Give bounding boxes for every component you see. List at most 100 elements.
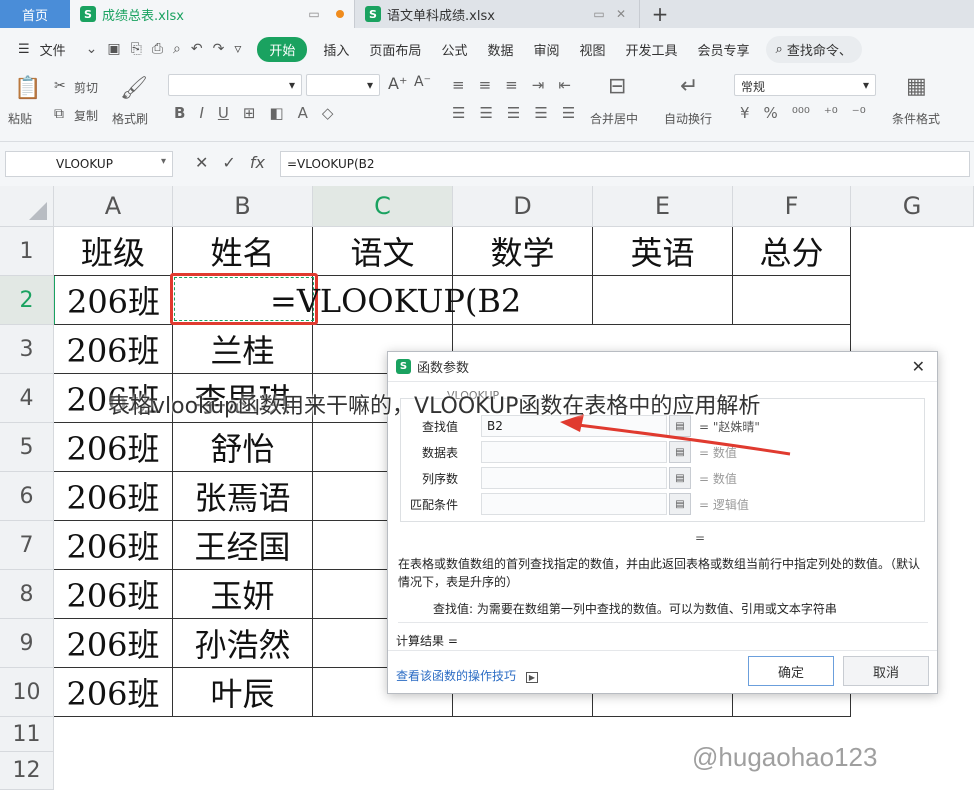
align-middle-icon[interactable]: ≡ <box>479 76 492 94</box>
cell-a8[interactable]: 206班 <box>54 570 173 619</box>
cell-b10[interactable]: 叶辰 <box>173 668 313 717</box>
in-cell-formula[interactable]: =VLOOKUP(B2 <box>270 282 521 320</box>
cell-a2[interactable]: 206班 <box>54 276 173 325</box>
ok-button[interactable]: 确定 <box>748 656 834 686</box>
file-tab-chinese-scores[interactable]: S 语文单科成绩.xlsx ▭ ✕ <box>355 0 640 28</box>
cut-button[interactable]: 剪切 <box>74 79 98 96</box>
print-preview-icon[interactable]: ⌕ <box>173 41 181 57</box>
percent-button[interactable]: % <box>764 104 778 122</box>
cell-a1[interactable]: 班级 <box>54 227 173 276</box>
column-header-d[interactable]: D <box>453 186 593 227</box>
close-icon[interactable]: ✕ <box>613 7 629 21</box>
cell-b6[interactable]: 张焉语 <box>173 472 313 521</box>
outdent-icon[interactable]: ⇤ <box>558 76 571 94</box>
decrease-decimal-icon[interactable]: ⁻⁰ <box>852 104 866 122</box>
font-size-select[interactable]: ▾ <box>306 74 380 96</box>
monitor-icon[interactable]: ▭ <box>306 7 322 21</box>
tab-insert[interactable]: 插入 <box>313 40 359 59</box>
collapse-dialog-icon[interactable]: ▤ <box>669 467 691 489</box>
font-color-icon[interactable]: A <box>298 104 308 122</box>
align-left-icon[interactable]: ☰ <box>452 104 465 122</box>
column-header-g[interactable]: G <box>851 186 974 227</box>
increase-decimal-icon[interactable]: ⁺⁰ <box>824 104 838 122</box>
tab-member[interactable]: 会员专享 <box>688 40 760 59</box>
customize-icon[interactable]: ▿ <box>234 41 241 57</box>
command-search[interactable]: ⌕ 查找命令、 <box>765 35 862 63</box>
row-header-9[interactable]: 9 <box>0 619 54 668</box>
cell-a6[interactable]: 206班 <box>54 472 173 521</box>
conditional-format-icon[interactable]: ▦ <box>906 74 927 99</box>
print-icon[interactable]: ⎙ <box>152 41 163 57</box>
align-right-icon[interactable]: ☰ <box>507 104 520 122</box>
distributed-icon[interactable]: ☰ <box>562 104 575 122</box>
column-header-e[interactable]: E <box>593 186 733 227</box>
collapse-dialog-icon[interactable]: ▤ <box>669 441 691 463</box>
row-header-2[interactable]: 2 <box>0 276 54 325</box>
cancel-button[interactable]: 取消 <box>843 656 929 686</box>
home-tab[interactable]: 首页 <box>0 0 70 28</box>
align-top-icon[interactable]: ≡ <box>452 76 465 94</box>
indent-icon[interactable]: ⇥ <box>532 76 545 94</box>
conditional-format-button[interactable]: 条件格式 <box>892 110 940 127</box>
paste-button[interactable]: 粘贴 <box>8 110 32 127</box>
align-bottom-icon[interactable]: ≡ <box>505 76 518 94</box>
tab-data[interactable]: 数据 <box>477 40 523 59</box>
row-header-12[interactable]: 12 <box>0 752 54 790</box>
cell-a9[interactable]: 206班 <box>54 619 173 668</box>
cell-b8[interactable]: 玉妍 <box>173 570 313 619</box>
cell-b9[interactable]: 孙浩然 <box>173 619 313 668</box>
paste-icon[interactable]: 📋 <box>14 76 41 101</box>
function-tips-link[interactable]: 查看该函数的操作技巧 ▶ <box>396 667 538 684</box>
row-header-4[interactable]: 4 <box>0 374 54 423</box>
column-header-c[interactable]: C <box>313 186 453 227</box>
tab-developer[interactable]: 开发工具 <box>616 40 688 59</box>
cell-c1[interactable]: 语文 <box>313 227 453 276</box>
eraser-icon[interactable]: ◇ <box>322 104 334 122</box>
italic-button[interactable]: I <box>199 104 203 122</box>
cell-f2[interactable] <box>733 276 851 325</box>
row-header-7[interactable]: 7 <box>0 521 54 570</box>
tab-page-layout[interactable]: 页面布局 <box>359 40 431 59</box>
cell-a7[interactable]: 206班 <box>54 521 173 570</box>
file-menu[interactable]: 文件 <box>40 40 76 59</box>
format-painter-button[interactable]: 格式刷 <box>112 110 148 127</box>
tab-formulas[interactable]: 公式 <box>431 40 477 59</box>
col-index-input[interactable] <box>481 467 667 489</box>
row-header-3[interactable]: 3 <box>0 325 54 374</box>
cancel-icon[interactable]: ✕ <box>195 153 208 172</box>
cell-f1[interactable]: 总分 <box>733 227 851 276</box>
cell-b5[interactable]: 舒怡 <box>173 423 313 472</box>
confirm-icon[interactable]: ✓ <box>222 153 235 172</box>
cut-icon[interactable]: ✂ <box>54 78 66 94</box>
row-header-6[interactable]: 6 <box>0 472 54 521</box>
align-center-icon[interactable]: ☰ <box>479 104 492 122</box>
row-header-1[interactable]: 1 <box>0 227 54 276</box>
column-header-a[interactable]: A <box>54 186 173 227</box>
range-lookup-input[interactable] <box>481 493 667 515</box>
monitor-icon[interactable]: ▭ <box>591 7 607 21</box>
undo-icon[interactable]: ↶ <box>191 41 203 57</box>
copy-icon[interactable]: ⧉ <box>54 106 64 122</box>
cell-a10[interactable]: 206班 <box>54 668 173 717</box>
merge-center-button[interactable]: 合并居中 <box>590 110 638 127</box>
row-header-5[interactable]: 5 <box>0 423 54 472</box>
select-all-corner[interactable] <box>0 186 54 227</box>
tab-start[interactable]: 开始 <box>257 36 308 62</box>
save-icon[interactable]: ▣ <box>107 41 120 57</box>
underline-button[interactable]: U <box>218 104 229 122</box>
tab-view[interactable]: 视图 <box>569 40 615 59</box>
copy-button[interactable]: 复制 <box>74 107 98 124</box>
cell-a3[interactable]: 206班 <box>54 325 173 374</box>
cell-e1[interactable]: 英语 <box>593 227 733 276</box>
redo-icon[interactable]: ↷ <box>213 41 225 57</box>
cell-e2[interactable] <box>593 276 733 325</box>
row-header-10[interactable]: 10 <box>0 668 54 717</box>
row-header-11[interactable]: 11 <box>0 717 54 752</box>
cell-a5[interactable]: 206班 <box>54 423 173 472</box>
export-pdf-icon[interactable]: ⎘ <box>131 41 142 57</box>
wrap-text-button[interactable]: 自动换行 <box>664 110 712 127</box>
font-shrink-button[interactable]: A⁻ <box>414 74 431 90</box>
column-header-b[interactable]: B <box>173 186 313 227</box>
new-tab-plus-icon[interactable]: + <box>640 0 680 28</box>
cell-d1[interactable]: 数学 <box>453 227 593 276</box>
